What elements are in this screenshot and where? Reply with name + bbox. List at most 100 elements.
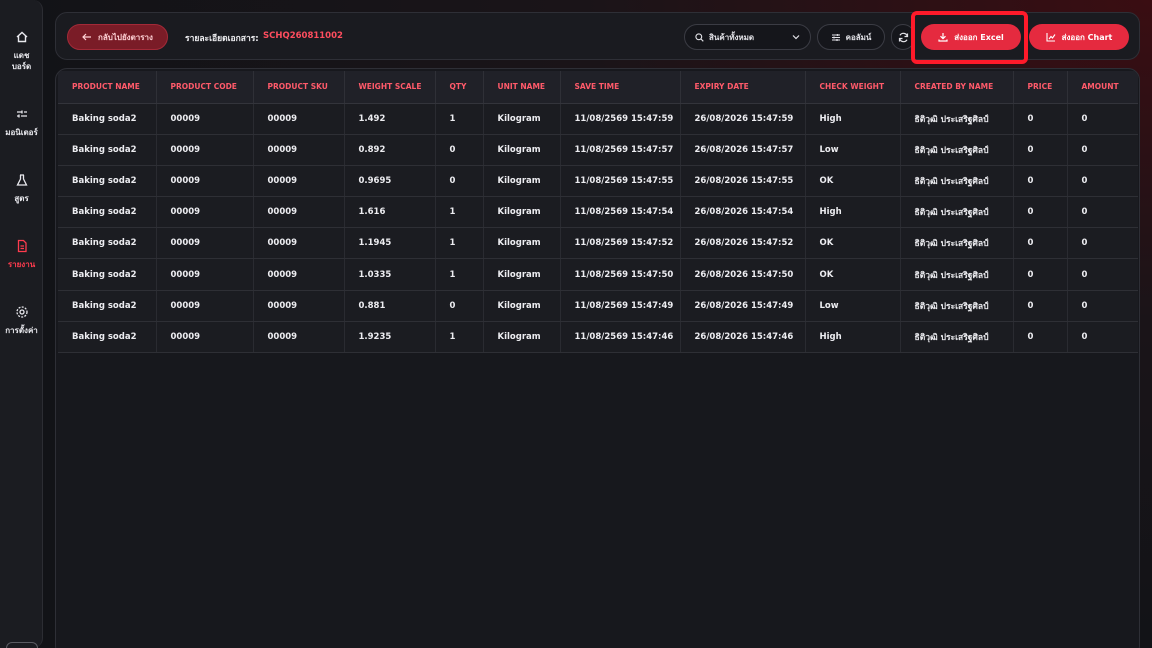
document-code: SCHQ260811002: [263, 31, 343, 41]
flask-icon: [0, 173, 43, 187]
sidebar-item-report[interactable]: รายงาน: [0, 239, 43, 270]
table-cell: ธิติวุฒิ ประเสริฐศิลป์: [900, 258, 1014, 291]
column-header[interactable]: UNIT NAME: [483, 71, 561, 104]
table-row[interactable]: Baking soda2 00009 00009 1.492 1 Kilogram 11/0…: [58, 103, 1138, 135]
table-cell: 1.492: [344, 103, 436, 135]
table-cell: 00009: [253, 290, 345, 322]
table-row[interactable]: Baking soda2 00009 00009 1.1945 1 Kilogram 11/…: [58, 227, 1138, 260]
table-cell: 00009: [253, 196, 345, 229]
gear-icon: [0, 305, 43, 319]
table-cell: 26/08/2026 15:47:54: [680, 196, 806, 229]
table-row[interactable]: Baking soda2 00009 00009 0.9695 0 Kilogram 11/…: [58, 165, 1138, 198]
table-cell: Kilogram: [483, 165, 561, 198]
table-cell: 26/08/2026 15:47:52: [680, 227, 806, 260]
table-cell: 26/08/2026 15:47:59: [680, 103, 806, 135]
table-cell: 11/08/2569 15:47:46: [560, 321, 681, 354]
columns-button[interactable]: คอลัมน์: [817, 24, 885, 50]
table-cell: 0: [1013, 227, 1068, 260]
table-cell: ธิติวุฒิ ประเสริฐศิลป์: [900, 321, 1014, 354]
column-header[interactable]: EXPIRY DATE: [680, 71, 806, 104]
back-button-label: กลับไปยังตาราง: [98, 32, 153, 42]
table-cell: ธิติวุฒิ ประเสริฐศิลป์: [900, 165, 1014, 198]
column-header[interactable]: PRICE: [1013, 71, 1068, 104]
sidebar-item-label: แดช: [13, 51, 30, 60]
sidebar-item-formula[interactable]: สูตร: [0, 173, 43, 204]
table-cell: 0: [1067, 196, 1138, 229]
sidebar-item-monitor[interactable]: มอนิเตอร์: [0, 107, 43, 138]
table-cell: 00009: [253, 134, 345, 166]
table-cell: ธิติวุฒิ ประเสริฐศิลป์: [900, 196, 1014, 229]
table-cell: ธิติวุฒิ ประเสริฐศิลป์: [900, 227, 1014, 260]
table-cell: 0: [1013, 103, 1068, 135]
column-header[interactable]: PRODUCT NAME: [58, 71, 157, 104]
column-header[interactable]: PRODUCT CODE: [156, 71, 254, 104]
sidebar-toggle[interactable]: [6, 642, 38, 648]
table-header-row: PRODUCT NAME PRODUCT CODE PRODUCT SKU WE…: [58, 71, 1138, 104]
table-cell: Kilogram: [483, 258, 561, 291]
table-cell: Low: [805, 134, 901, 166]
table-cell: 1.616: [344, 196, 436, 229]
table-cell: ธิติวุฒิ ประเสริฐศิลป์: [900, 290, 1014, 322]
column-header[interactable]: CHECK WEIGHT: [805, 71, 901, 104]
table-cell: 00009: [156, 321, 254, 354]
home-icon: [0, 30, 43, 44]
table-cell: 0: [435, 134, 484, 166]
table-cell: 11/08/2569 15:47:54: [560, 196, 681, 229]
table-cell: 26/08/2026 15:47:49: [680, 290, 806, 322]
table-cell: High: [805, 321, 901, 354]
table-row[interactable]: Baking soda2 00009 00009 0.892 0 Kilogram 11/0…: [58, 134, 1138, 166]
table-cell: Kilogram: [483, 134, 561, 166]
table-cell: OK: [805, 165, 901, 198]
table-cell: OK: [805, 258, 901, 291]
export-chart-label: ส่งออก Chart: [1061, 32, 1113, 42]
column-header[interactable]: QTY: [435, 71, 484, 104]
table-cell: 00009: [253, 103, 345, 135]
table-cell: 26/08/2026 15:47:57: [680, 134, 806, 166]
table-cell: 0: [1013, 258, 1068, 291]
table-cell: 0: [1013, 165, 1068, 198]
table-cell: 11/08/2569 15:47:59: [560, 103, 681, 135]
table-cell: 0: [1067, 103, 1138, 135]
columns-button-label: คอลัมน์: [845, 32, 872, 42]
table-row[interactable]: Baking soda2 00009 00009 1.9235 1 Kilogram 11/…: [58, 321, 1138, 354]
table-cell: ธิติวุฒิ ประเสริฐศิลป์: [900, 103, 1014, 135]
export-chart-button[interactable]: ส่งออก Chart: [1029, 24, 1129, 50]
column-header[interactable]: AMOUNT: [1067, 71, 1138, 104]
table-cell: 0: [1067, 227, 1138, 260]
back-to-table-button[interactable]: กลับไปยังตาราง: [67, 24, 168, 50]
table-cell: 00009: [156, 290, 254, 322]
table-cell: 11/08/2569 15:47:52: [560, 227, 681, 260]
table-cell: 0: [435, 165, 484, 198]
table-cell: Kilogram: [483, 321, 561, 354]
sidebar-item-settings[interactable]: การตั้งค่า: [0, 305, 43, 336]
table-cell: 00009: [156, 134, 254, 166]
sidebar-item-label: การตั้งค่า: [5, 326, 38, 335]
column-header[interactable]: PRODUCT SKU: [253, 71, 345, 104]
table-cell: 11/08/2569 15:47:49: [560, 290, 681, 322]
table-cell: 1: [435, 258, 484, 291]
sidebar-item-dashboard[interactable]: แดช บอร์ด: [0, 30, 43, 72]
table-cell: 0: [1013, 134, 1068, 166]
highlight-annotation: [911, 11, 1028, 64]
table-cell: 00009: [156, 258, 254, 291]
table-cell: 1.1945: [344, 227, 436, 260]
column-header[interactable]: SAVE TIME: [560, 71, 681, 104]
table-row[interactable]: Baking soda2 00009 00009 1.0335 1 Kilogram 11/…: [58, 258, 1138, 291]
table-row[interactable]: Baking soda2 00009 00009 0.881 0 Kilogram 11/0…: [58, 290, 1138, 322]
table-cell: 0: [435, 290, 484, 322]
search-icon: [695, 32, 704, 42]
column-header[interactable]: WEIGHT SCALE: [344, 71, 436, 104]
column-header[interactable]: CREATED BY NAME: [900, 71, 1014, 104]
table-cell: 0.892: [344, 134, 436, 166]
table-cell: 0: [1013, 290, 1068, 322]
table-row[interactable]: Baking soda2 00009 00009 1.616 1 Kilogram 11/0…: [58, 196, 1138, 229]
product-filter-select[interactable]: สินค้าทั้งหมด: [684, 24, 811, 50]
table-cell: 1: [435, 196, 484, 229]
sidebar: แดช บอร์ด มอนิเตอร์ สูตร รายงาน การตั้งค…: [0, 0, 43, 648]
table-cell: 0: [1067, 258, 1138, 291]
table-cell: 1: [435, 103, 484, 135]
table-cell: Baking soda2: [58, 134, 157, 166]
table-cell: Baking soda2: [58, 321, 157, 354]
table-cell: 0.881: [344, 290, 436, 322]
report-table-panel: PRODUCT NAME PRODUCT CODE PRODUCT SKU WE…: [55, 68, 1140, 648]
